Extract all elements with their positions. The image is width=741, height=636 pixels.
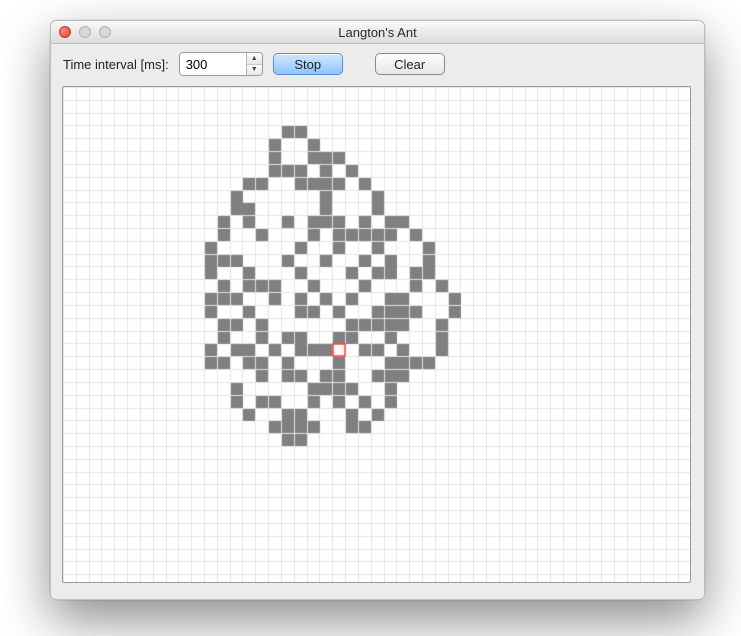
interval-input[interactable] <box>180 53 246 75</box>
titlebar[interactable]: Langton's Ant <box>51 21 704 44</box>
close-icon[interactable] <box>59 26 71 38</box>
toolbar: Time interval [ms]: ▲ ▼ Stop Clear <box>51 44 704 84</box>
interval-label: Time interval [ms]: <box>63 57 169 72</box>
app-window: Langton's Ant Time interval [ms]: ▲ ▼ St… <box>50 20 705 600</box>
zoom-icon[interactable] <box>99 26 111 38</box>
window-title: Langton's Ant <box>51 25 704 40</box>
clear-button[interactable]: Clear <box>375 53 445 75</box>
stepper-up-icon[interactable]: ▲ <box>247 53 262 65</box>
minimize-icon[interactable] <box>79 26 91 38</box>
stop-button[interactable]: Stop <box>273 53 343 75</box>
grid-canvas[interactable] <box>62 86 691 583</box>
stepper-down-icon[interactable]: ▼ <box>247 65 262 76</box>
interval-spinner[interactable]: ▲ ▼ <box>179 52 263 76</box>
